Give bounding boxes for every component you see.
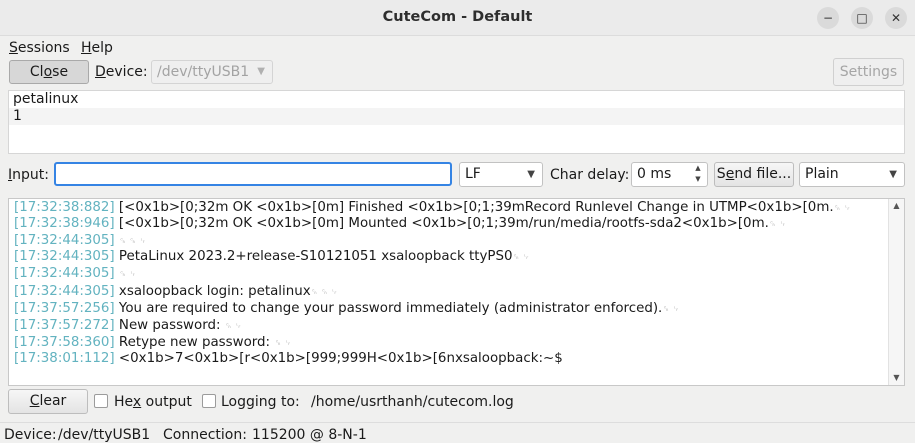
hex-output-label[interactable]: Hex output (114, 394, 192, 410)
menu-help[interactable]: Help (81, 40, 113, 56)
output-list[interactable]: petalinux 1 (8, 90, 905, 154)
spin-up-icon[interactable]: ▲ (691, 164, 705, 175)
device-select[interactable]: /dev/ttyUSB1 ▼ (151, 60, 273, 84)
terminal-line: [17:32:44:305] ␍ ␊ (14, 266, 137, 281)
close-window-button[interactable]: ✕ (885, 7, 907, 29)
menu-bar: Sessions Help (0, 37, 915, 59)
device-label: Device: (95, 64, 148, 80)
settings-button[interactable]: Settings (833, 58, 904, 86)
input-label: Input: (8, 167, 49, 183)
clear-button[interactable]: Clear (8, 389, 88, 414)
chevron-down-icon: ▼ (527, 169, 535, 180)
terminal-line: [17:32:44:305] ␍ ␍ ␊ (14, 233, 147, 248)
status-bar: Device: /dev/ttyUSB1 Connection: 115200 … (0, 422, 915, 443)
list-item[interactable]: petalinux (9, 91, 904, 108)
terminal-line: [17:37:57:256] You are required to chang… (14, 301, 680, 316)
send-file-button[interactable]: Send file... (714, 162, 794, 187)
char-delay-spinbox[interactable]: 0 ms ▲ ▼ (631, 162, 708, 187)
input-field[interactable] (54, 162, 452, 186)
line-end-select[interactable]: LF ▼ (459, 162, 543, 187)
status-device-value: /dev/ttyUSB1 (58, 427, 151, 443)
spin-down-icon[interactable]: ▼ (691, 175, 705, 186)
logging-label[interactable]: Logging to: (221, 394, 300, 410)
hex-output-checkbox[interactable] (94, 394, 108, 408)
status-device-label: Device: (4, 427, 57, 443)
terminal-line: [17:38:01:112] <0x1b>7<0x1b>[r<0x1b>[999… (14, 351, 563, 366)
terminal-output[interactable]: [17:32:38:882] [<0x1b>[0;32m OK <0x1b>[0… (8, 198, 905, 386)
char-delay-label: Char delay: (550, 167, 630, 183)
terminal-line: [17:37:58:360] Retype new password: ␍ ␊ (14, 335, 292, 350)
vertical-scrollbar[interactable]: ▲ ▼ (888, 199, 904, 385)
window-title: CuteCom - Default (382, 9, 533, 25)
status-connection-label: Connection: (163, 427, 247, 443)
minimize-button[interactable]: − (817, 7, 839, 29)
log-file-path[interactable]: /home/usrthanh/cutecom.log (311, 394, 514, 410)
logging-checkbox[interactable] (202, 394, 216, 408)
close-port-button[interactable]: Close (9, 60, 89, 84)
terminal-line: [17:37:57:272] New password: ␍ ␊ (14, 318, 242, 333)
mode-select[interactable]: Plain ▼ (799, 162, 905, 187)
terminal-line: [17:32:38:882] [<0x1b>[0;32m OK <0x1b>[0… (14, 200, 851, 215)
list-item[interactable]: 1 (9, 108, 904, 125)
terminal-line: [17:32:38:946] [<0x1b>[0;32m OK <0x1b>[0… (14, 216, 787, 231)
scroll-up-icon[interactable]: ▲ (889, 199, 904, 213)
terminal-line: [17:32:44:305] PetaLinux 2023.2+release-… (14, 249, 530, 264)
chevron-down-icon: ▼ (257, 66, 265, 77)
chevron-down-icon: ▼ (889, 169, 897, 180)
terminal-line: [17:32:44:305] xsaloopback login: petali… (14, 284, 338, 299)
scroll-down-icon[interactable]: ▼ (889, 371, 904, 385)
status-connection-value: 115200 @ 8-N-1 (252, 427, 367, 443)
menu-sessions[interactable]: Sessions (9, 40, 70, 56)
maximize-button[interactable]: □ (851, 7, 873, 29)
title-bar: CuteCom - Default − □ ✕ (0, 0, 915, 36)
